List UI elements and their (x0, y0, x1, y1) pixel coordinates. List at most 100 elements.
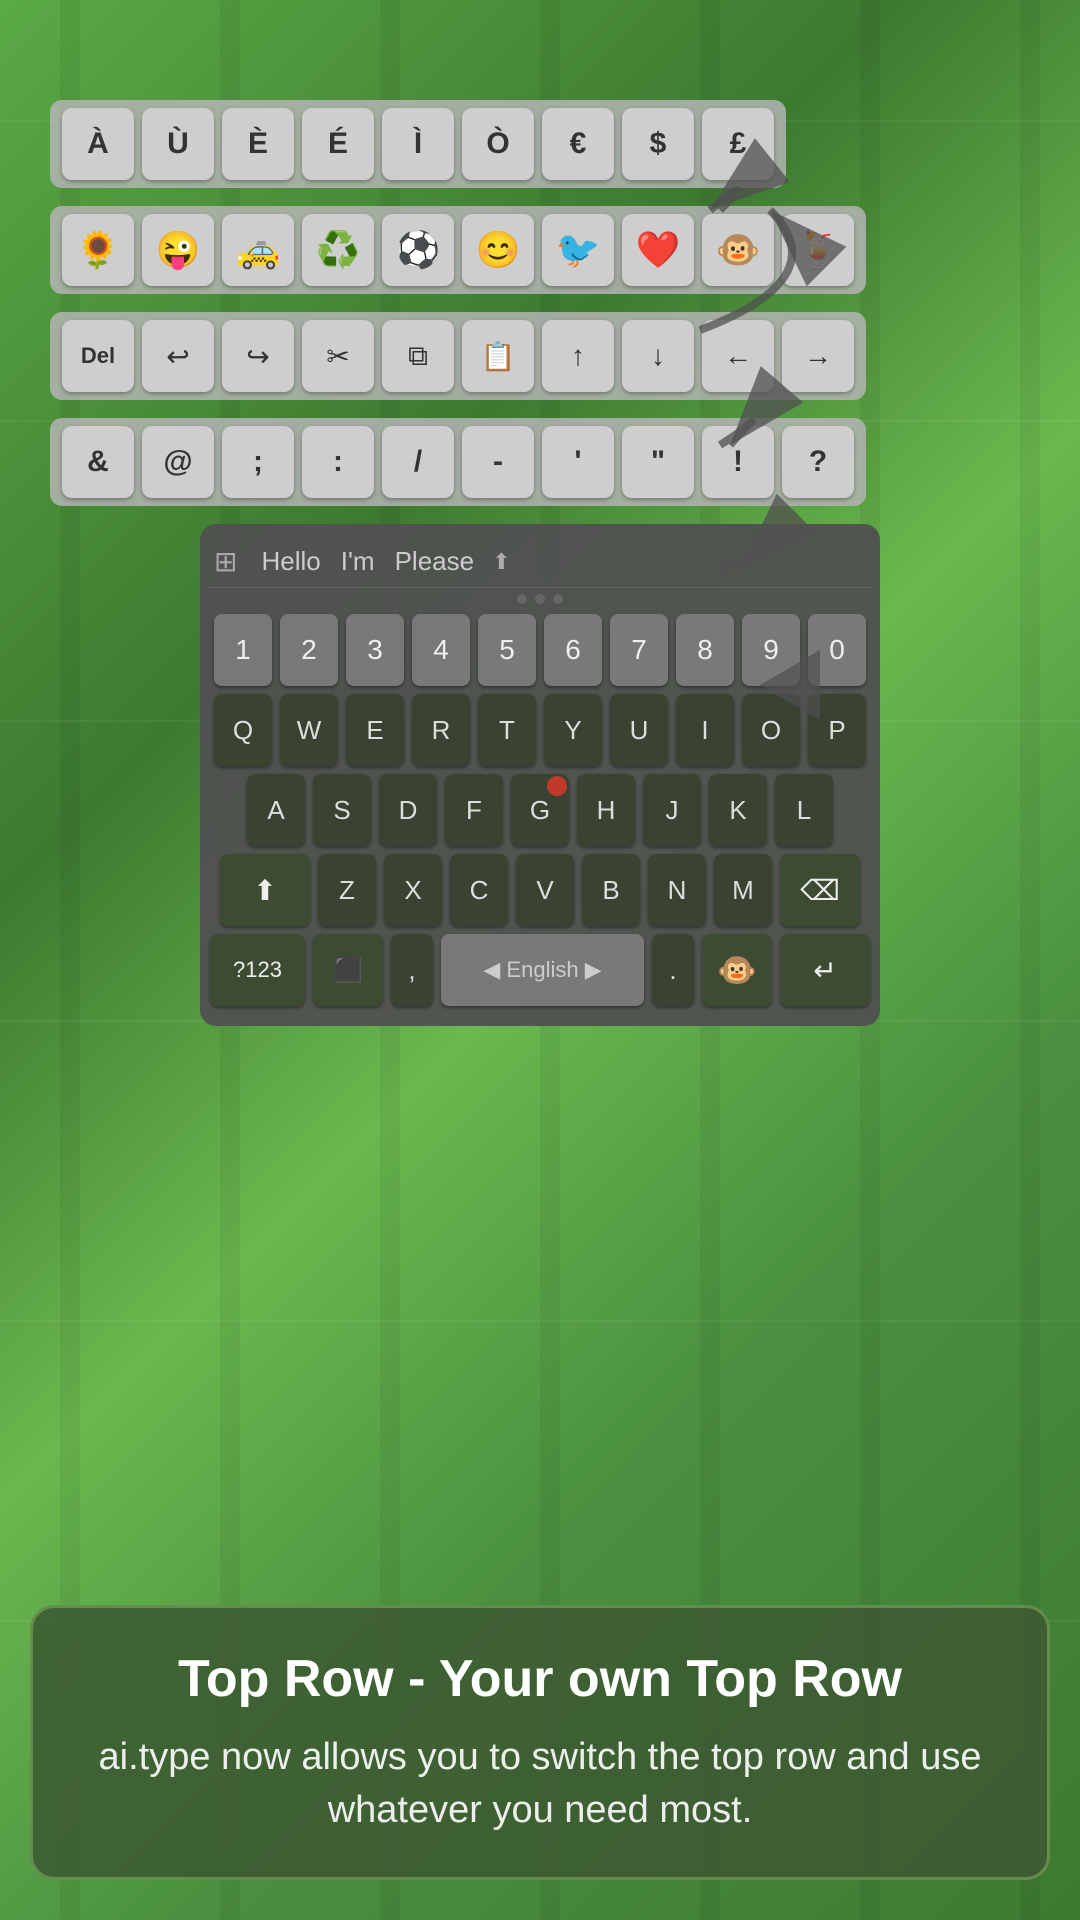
key-0[interactable]: 0 (808, 614, 866, 686)
key-9[interactable]: 9 (742, 614, 800, 686)
emoji-smile[interactable]: 😊 (462, 214, 534, 286)
punct-row: & @ ; : / - ' " ! ? (50, 418, 866, 506)
punct-key-exclaim[interactable]: ! (702, 426, 774, 498)
grid-icon[interactable]: ⊞ (214, 545, 237, 578)
key-y[interactable]: Y (544, 694, 602, 766)
key-1[interactable]: 1 (214, 614, 272, 686)
suggestion-dot-2 (535, 594, 545, 604)
key-u[interactable]: U (610, 694, 668, 766)
emoji-heart[interactable]: ❤️ (622, 214, 694, 286)
key-3[interactable]: 3 (346, 614, 404, 686)
punct-key-apostrophe[interactable]: ' (542, 426, 614, 498)
key-j[interactable]: J (643, 774, 701, 846)
special-key-pound[interactable]: £ (702, 108, 774, 180)
punct-key-colon[interactable]: : (302, 426, 374, 498)
key-d[interactable]: D (379, 774, 437, 846)
emoji-tongue[interactable]: 😜 (142, 214, 214, 286)
key-2[interactable]: 2 (280, 614, 338, 686)
period-key[interactable]: . (652, 934, 694, 1006)
emoji-taxi[interactable]: 🚕 (222, 214, 294, 286)
key-p[interactable]: P (808, 694, 866, 766)
suggestion-im[interactable]: I'm (331, 542, 385, 581)
special-key-a-grave[interactable]: À (62, 108, 134, 180)
edit-key-right[interactable]: → (782, 320, 854, 392)
emoji-monkey[interactable]: 🐵 (702, 214, 774, 286)
key-b[interactable]: B (582, 854, 640, 926)
suggestion-please[interactable]: Please (385, 542, 485, 581)
edit-row: Del ↩ ↪ ✂ ⧉ 📋 ↑ ↓ ← → (50, 312, 866, 400)
enter-key[interactable]: ↵ (780, 934, 870, 1006)
key-5[interactable]: 5 (478, 614, 536, 686)
keyboard-wrapper: À Ù È É Ì Ò € $ £ 🌻 😜 🚕 ♻️ ⚽ 😊 🐦 ❤️ 🐵 🍹 … (50, 100, 1030, 1540)
suggestion-dot-1 (517, 594, 527, 604)
key-i[interactable]: I (676, 694, 734, 766)
special-key-u-grave[interactable]: Ù (142, 108, 214, 180)
suggestions-bar: ⊞ Hello I'm Please ⬆ (210, 536, 870, 588)
key-h[interactable]: H (577, 774, 635, 846)
emoji-soccer[interactable]: ⚽ (382, 214, 454, 286)
special-key-dollar[interactable]: $ (622, 108, 694, 180)
edit-key-redo[interactable]: ↪ (222, 320, 294, 392)
emoji-sunflower[interactable]: 🌻 (62, 214, 134, 286)
key-m[interactable]: M (714, 854, 772, 926)
special-key-e-acute[interactable]: É (302, 108, 374, 180)
key-g[interactable]: G (511, 774, 569, 846)
key-f[interactable]: F (445, 774, 503, 846)
punct-key-slash[interactable]: / (382, 426, 454, 498)
comma-key[interactable]: , (391, 934, 433, 1006)
main-container: À Ù È É Ì Ò € $ £ 🌻 😜 🚕 ♻️ ⚽ 😊 🐦 ❤️ 🐵 🍹 … (0, 0, 1080, 1920)
notification-dot (547, 776, 567, 796)
punct-key-question[interactable]: ? (782, 426, 854, 498)
punct-key-quote[interactable]: " (622, 426, 694, 498)
key-8[interactable]: 8 (676, 614, 734, 686)
edit-key-up[interactable]: ↑ (542, 320, 614, 392)
emoji-cocktail[interactable]: 🍹 (782, 214, 854, 286)
numbers-key[interactable]: ?123 (210, 934, 305, 1006)
edit-key-undo[interactable]: ↩ (142, 320, 214, 392)
key-l[interactable]: L (775, 774, 833, 846)
key-t[interactable]: T (478, 694, 536, 766)
special-key-i-grave[interactable]: Ì (382, 108, 454, 180)
key-s[interactable]: S (313, 774, 371, 846)
edit-key-cut[interactable]: ✂ (302, 320, 374, 392)
key-q[interactable]: Q (214, 694, 272, 766)
punct-key-at[interactable]: @ (142, 426, 214, 498)
key-v[interactable]: V (516, 854, 574, 926)
upload-icon[interactable]: ⬆ (492, 549, 510, 575)
number-row: 1 2 3 4 5 6 7 8 9 0 (210, 614, 870, 686)
key-z[interactable]: Z (318, 854, 376, 926)
key-r[interactable]: R (412, 694, 470, 766)
punct-key-ampersand[interactable]: & (62, 426, 134, 498)
suggestion-hello[interactable]: Hello (251, 542, 330, 581)
suggestion-dot-3 (553, 594, 563, 604)
edit-key-down[interactable]: ↓ (622, 320, 694, 392)
key-k[interactable]: K (709, 774, 767, 846)
key-x[interactable]: X (384, 854, 442, 926)
key-w[interactable]: W (280, 694, 338, 766)
key-e[interactable]: E (346, 694, 404, 766)
space-key[interactable]: ◀ English ▶ (441, 934, 644, 1006)
emoji-bird[interactable]: 🐦 (542, 214, 614, 286)
emoji-recycle[interactable]: ♻️ (302, 214, 374, 286)
key-n[interactable]: N (648, 854, 706, 926)
shift-key[interactable]: ⬆ (220, 854, 310, 926)
edit-key-del[interactable]: Del (62, 320, 134, 392)
key-c[interactable]: C (450, 854, 508, 926)
special-key-euro[interactable]: € (542, 108, 614, 180)
backspace-key[interactable]: ⌫ (780, 854, 860, 926)
layout-key[interactable]: ⬛ (313, 934, 383, 1006)
key-4[interactable]: 4 (412, 614, 470, 686)
key-o[interactable]: O (742, 694, 800, 766)
edit-key-copy[interactable]: ⧉ (382, 320, 454, 392)
edit-key-left[interactable]: ← (702, 320, 774, 392)
edit-key-paste[interactable]: 📋 (462, 320, 534, 392)
key-6[interactable]: 6 (544, 614, 602, 686)
punct-key-semicolon[interactable]: ; (222, 426, 294, 498)
special-key-e-grave[interactable]: È (222, 108, 294, 180)
special-key-o-grave[interactable]: Ò (462, 108, 534, 180)
zxcv-row: ⬆ Z X C V B N M ⌫ (210, 854, 870, 926)
key-a[interactable]: A (247, 774, 305, 846)
emoji-key[interactable]: 🐵 (702, 934, 772, 1006)
key-7[interactable]: 7 (610, 614, 668, 686)
punct-key-dash[interactable]: - (462, 426, 534, 498)
